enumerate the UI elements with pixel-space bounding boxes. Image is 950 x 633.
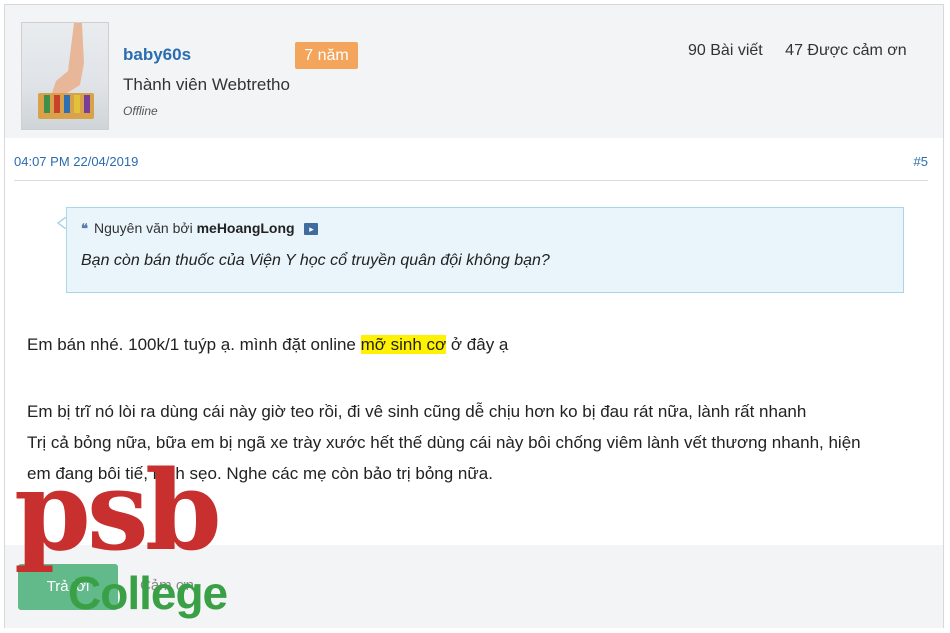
- watermark-logo: psb College: [10, 456, 242, 628]
- username-link[interactable]: baby60s: [123, 45, 191, 65]
- post-text: Em bán nhé. 100k/1 tuýp ạ. mình đặt onli…: [27, 335, 361, 354]
- logo-college-text: College: [68, 567, 228, 619]
- highlighted-link[interactable]: mỡ sinh cơ: [360, 335, 447, 354]
- jump-to-post-icon[interactable]: ▸: [304, 223, 319, 236]
- post-line: Em bị trĩ nó lòi ra dùng cái này giờ teo…: [27, 402, 807, 421]
- quote-arrow-icon: [56, 217, 66, 229]
- quote-block: ❝ Nguyên văn bởi meHoangLong ▸ Bạn còn bá…: [66, 207, 904, 293]
- membership-badge: 7 năm: [295, 42, 358, 69]
- user-stats: 90 Bài viết 47 Được cảm ơn: [688, 42, 907, 60]
- quote-prefix: Nguyên văn bởi: [94, 220, 193, 236]
- quote-header: ❝ Nguyên văn bởi meHoangLong ▸: [81, 220, 319, 237]
- user-title: Thành viên Webtretho: [123, 75, 290, 94]
- quote-author: meHoangLong: [196, 220, 295, 236]
- quote-icon: ❝: [81, 221, 88, 236]
- online-status: Offline: [123, 104, 158, 118]
- thanks-count[interactable]: 47 Được cảm ơn: [785, 42, 907, 59]
- avatar[interactable]: [21, 22, 109, 130]
- post-count[interactable]: 90 Bài viết: [688, 42, 763, 59]
- foot-massager-avatar-icon: [38, 23, 94, 119]
- post-timestamp: 04:07 PM 22/04/2019: [14, 154, 139, 169]
- post-number-link[interactable]: #5: [914, 154, 928, 169]
- post-meta: 04:07 PM 22/04/2019 #5: [14, 152, 928, 181]
- logo-psb-text: psb: [14, 446, 222, 575]
- post-text: ở đây ạ: [446, 335, 509, 354]
- user-info-bar: baby60s 7 năm Thành viên Webtretho Offli…: [5, 5, 943, 138]
- post-line: Em bán nhé. 100k/1 tuýp ạ. mình đặt onli…: [27, 329, 927, 360]
- quote-text: Bạn còn bán thuốc của Viện Y học cổ truy…: [81, 252, 550, 269]
